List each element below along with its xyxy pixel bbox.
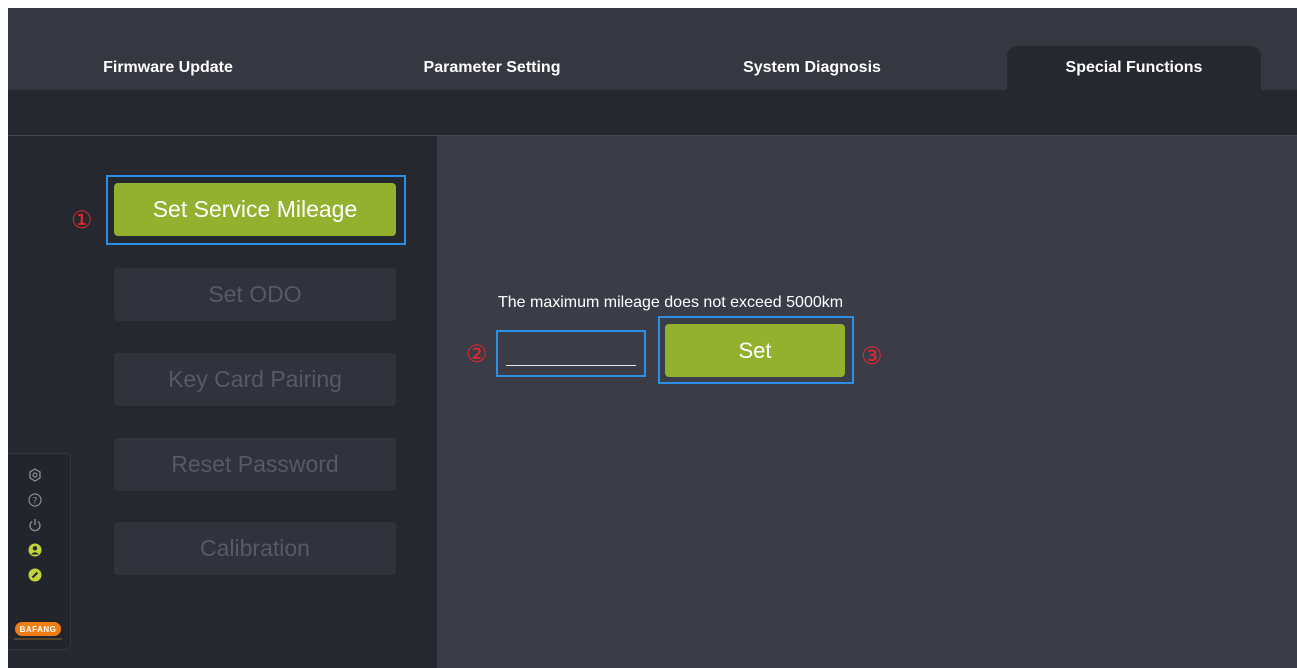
set-odo-button[interactable]: Set ODO <box>114 268 396 321</box>
bafang-logo: BAFANG <box>15 622 61 636</box>
user-icon[interactable] <box>26 541 44 559</box>
function-menu-panel: ① Set Service Mileage Set ODO Key Card P… <box>8 136 437 668</box>
step-3-marker: ③ <box>861 343 883 370</box>
settings-icon[interactable] <box>26 466 44 484</box>
tab-parameter-setting[interactable]: Parameter Setting <box>363 46 621 90</box>
sub-toolbar <box>8 90 1297 135</box>
reset-password-button[interactable]: Reset Password <box>114 438 396 491</box>
tab-system-diagnosis[interactable]: System Diagnosis <box>683 46 941 90</box>
side-icon-bar: ? BAFANG <box>8 453 71 650</box>
help-icon[interactable]: ? <box>26 491 44 509</box>
logo-tagline <box>14 638 62 640</box>
power-icon[interactable] <box>26 516 44 534</box>
step-1-marker: ① <box>71 207 93 234</box>
tab-special-functions[interactable]: Special Functions <box>1007 46 1261 90</box>
max-mileage-hint: The maximum mileage does not exceed 5000… <box>498 294 844 311</box>
mileage-input[interactable] <box>496 330 646 377</box>
set-button[interactable]: Set <box>665 324 845 377</box>
input-underline <box>506 365 636 366</box>
tab-bar: Firmware Update Parameter Setting System… <box>8 8 1297 90</box>
tab-firmware-update[interactable]: Firmware Update <box>39 46 297 90</box>
step-2-marker: ② <box>466 341 488 368</box>
app-window: Firmware Update Parameter Setting System… <box>8 8 1297 668</box>
set-service-mileage-button[interactable]: Set Service Mileage <box>114 183 396 236</box>
key-card-pairing-button[interactable]: Key Card Pairing <box>114 353 396 406</box>
calibration-button[interactable]: Calibration <box>114 522 396 575</box>
service-mileage-panel: The maximum mileage does not exceed 5000… <box>437 136 1297 668</box>
svg-text:?: ? <box>33 497 38 507</box>
link-icon[interactable] <box>26 566 44 584</box>
